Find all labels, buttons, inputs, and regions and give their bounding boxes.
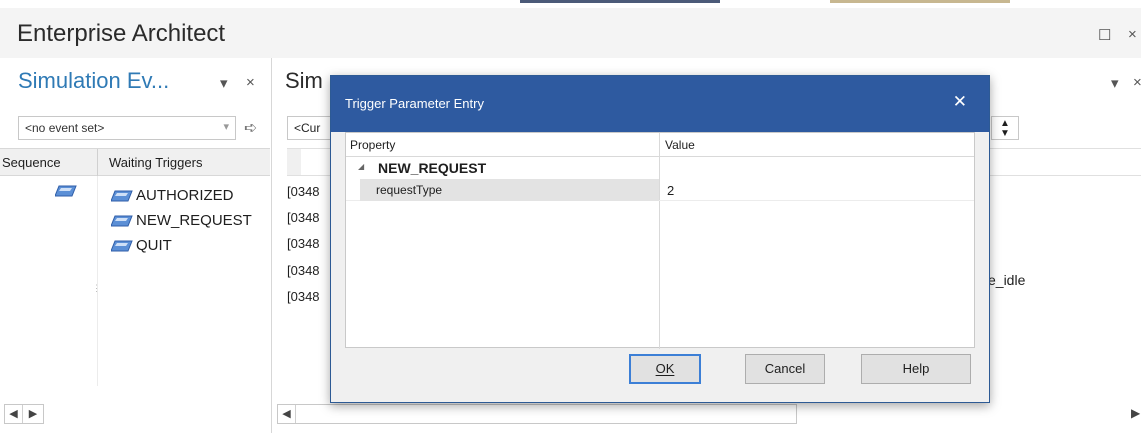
ok-button-label: OK	[655, 361, 675, 376]
property-grid-header: Property Value	[346, 133, 974, 157]
column-header-sequence[interactable]: Sequence	[2, 155, 96, 170]
close-icon[interactable]: ×	[1128, 26, 1137, 43]
app-title: Enterprise Architect	[17, 20, 226, 47]
trigger-label: QUIT	[136, 237, 172, 254]
log-line-tail: e_idle	[988, 272, 1026, 288]
ok-button[interactable]: OK	[629, 354, 701, 384]
resize-grip-icon[interactable]: ⋮	[92, 283, 101, 294]
trigger-item[interactable]: QUIT	[111, 237, 172, 254]
log-line: [0348	[287, 236, 320, 251]
column-divider[interactable]	[659, 133, 660, 349]
trigger-icon	[55, 185, 77, 197]
log-line: [0348	[287, 210, 320, 225]
trigger-icon	[111, 190, 133, 201]
log-line: [0348	[287, 263, 320, 278]
property-row[interactable]: requestType 2	[346, 179, 974, 201]
trigger-label: AUTHORIZED	[136, 187, 234, 204]
dialog-title-bar: Trigger Parameter Entry ✕	[331, 76, 989, 132]
horizontal-scrollbar[interactable]: ◀	[277, 404, 797, 424]
trigger-icon	[111, 215, 133, 226]
spin-control[interactable]: ▲ ▼	[991, 116, 1019, 140]
panel-dropdown-icon[interactable]: ▾	[220, 74, 228, 92]
context-select-value: <Cur	[294, 121, 321, 135]
property-category[interactable]: ◢ NEW_REQUEST	[346, 157, 659, 179]
panel-close-icon[interactable]: ×	[246, 74, 255, 91]
simulation-events-panel: Simulation Ev... ▾ × <no event set> ▾ ➪ …	[0, 58, 272, 433]
panel-close-icon[interactable]: ×	[1133, 74, 1141, 91]
log-line: [0348	[287, 184, 320, 199]
app-title-bar: Enterprise Architect ☐ ×	[0, 8, 1141, 58]
top-strip	[0, 0, 1141, 8]
maximize-icon[interactable]: ☐	[1098, 26, 1111, 44]
trigger-label: NEW_REQUEST	[136, 212, 252, 229]
panel-dropdown-icon[interactable]: ▾	[1111, 74, 1119, 92]
triggers-table-header: Sequence Waiting Triggers	[0, 148, 270, 177]
column-header-value: Value	[665, 138, 695, 152]
scroll-right-icon[interactable]: ▶	[1131, 406, 1140, 420]
header-gutter	[287, 149, 301, 175]
column-divider[interactable]	[97, 149, 98, 177]
scroll-left-icon[interactable]: ◀	[278, 405, 296, 423]
event-set-value: <no event set>	[25, 121, 105, 135]
column-header-property: Property	[350, 138, 396, 152]
trigger-item[interactable]: NEW_REQUEST	[111, 212, 252, 229]
panel-title: Sim	[285, 68, 323, 93]
decorative-bar	[830, 0, 1010, 3]
category-label: NEW_REQUEST	[378, 160, 487, 176]
cancel-button-label: Cancel	[764, 361, 806, 376]
horizontal-scrollbar[interactable]: ◀ ▶	[4, 404, 44, 424]
event-set-select[interactable]: <no event set> ▾ ➪	[18, 116, 257, 140]
scroll-right-icon[interactable]: ▶	[24, 405, 42, 423]
dialog-title: Trigger Parameter Entry	[345, 96, 484, 111]
help-button-label: Help	[902, 361, 930, 376]
chevron-down-icon: ▾	[223, 121, 229, 133]
go-arrow-icon[interactable]: ➪	[244, 118, 257, 138]
panel-title: Simulation Ev...	[18, 68, 170, 93]
log-line: [0348	[287, 289, 320, 304]
property-value-input[interactable]: 2	[667, 183, 674, 198]
help-button[interactable]: Help	[861, 354, 971, 384]
column-header-waiting-triggers[interactable]: Waiting Triggers	[109, 155, 202, 170]
panel-title-bar: Simulation Ev... ▾ ×	[0, 58, 271, 106]
property-name: requestType	[376, 183, 443, 197]
close-icon[interactable]: ✕	[953, 92, 967, 112]
trigger-parameter-dialog: Trigger Parameter Entry ✕ Property Value…	[330, 75, 990, 403]
property-grid: Property Value ◢ NEW_REQUEST requestType…	[345, 132, 975, 349]
decorative-bar	[520, 0, 720, 3]
scroll-left-icon[interactable]: ◀	[5, 405, 23, 423]
cancel-button[interactable]: Cancel	[745, 354, 825, 384]
trigger-icon	[111, 240, 133, 251]
expand-triangle-icon[interactable]: ◢	[358, 162, 364, 171]
property-name-cell: requestType	[360, 179, 659, 201]
column-divider	[97, 176, 98, 386]
trigger-item[interactable]: AUTHORIZED	[111, 187, 234, 204]
